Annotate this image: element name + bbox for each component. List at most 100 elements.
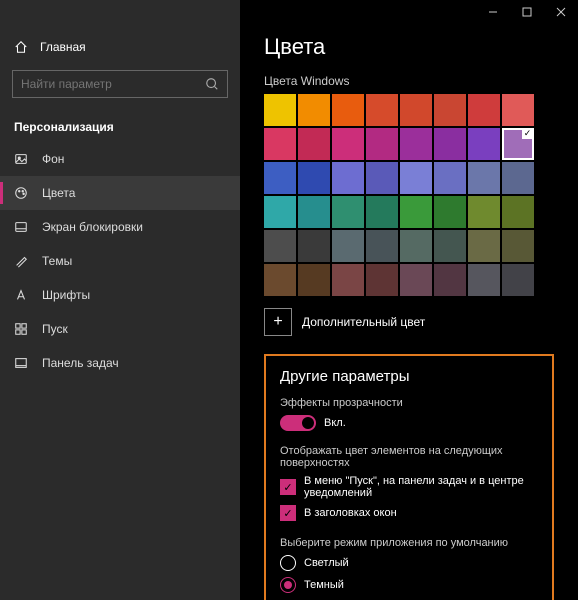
radio-dark[interactable]: Темный bbox=[280, 577, 538, 593]
plus-icon: + bbox=[264, 308, 292, 336]
color-swatch[interactable] bbox=[400, 230, 432, 262]
color-swatch[interactable] bbox=[332, 162, 364, 194]
color-swatch[interactable] bbox=[502, 94, 534, 126]
transparency-label: Эффекты прозрачности bbox=[280, 397, 538, 409]
sidebar-item-3[interactable]: Темы bbox=[0, 244, 240, 278]
sidebar-home[interactable]: Главная bbox=[0, 32, 240, 62]
color-swatch[interactable] bbox=[264, 230, 296, 262]
color-swatch[interactable] bbox=[400, 128, 432, 160]
sidebar-item-label: Пуск bbox=[42, 322, 68, 336]
color-swatch[interactable] bbox=[264, 264, 296, 296]
sidebar-section-label: Персонализация bbox=[0, 106, 240, 142]
color-swatch[interactable] bbox=[332, 264, 364, 296]
color-swatch[interactable] bbox=[298, 264, 330, 296]
home-icon bbox=[14, 40, 28, 54]
color-swatch[interactable] bbox=[468, 128, 500, 160]
sidebar-item-label: Панель задач bbox=[42, 356, 119, 370]
sidebar-item-6[interactable]: Панель задач bbox=[0, 346, 240, 380]
sidebar-item-1[interactable]: Цвета bbox=[0, 176, 240, 210]
color-swatch[interactable] bbox=[502, 128, 534, 160]
main-content: Цвета Цвета Windows + Дополнительный цве… bbox=[240, 0, 578, 600]
color-swatch[interactable] bbox=[502, 230, 534, 262]
color-swatch[interactable] bbox=[366, 196, 398, 228]
color-swatch[interactable] bbox=[298, 94, 330, 126]
sidebar-item-label: Цвета bbox=[42, 186, 75, 200]
radio-icon bbox=[280, 555, 296, 571]
color-swatch[interactable] bbox=[264, 162, 296, 194]
color-swatch[interactable] bbox=[332, 196, 364, 228]
sidebar-item-5[interactable]: Пуск bbox=[0, 312, 240, 346]
color-swatch[interactable] bbox=[298, 128, 330, 160]
other-options-section: Другие параметры Эффекты прозрачности Вк… bbox=[264, 354, 554, 600]
sidebar-item-label: Шрифты bbox=[42, 288, 90, 302]
color-swatch[interactable] bbox=[298, 196, 330, 228]
taskbar-icon bbox=[14, 356, 28, 370]
start-icon bbox=[14, 322, 28, 336]
color-swatch[interactable] bbox=[332, 230, 364, 262]
mode-label: Выберите режим приложения по умолчанию bbox=[280, 537, 538, 549]
color-swatch[interactable] bbox=[332, 128, 364, 160]
lock-screen-icon bbox=[14, 220, 28, 234]
color-swatch[interactable] bbox=[264, 196, 296, 228]
checkbox-icon: ✓ bbox=[280, 479, 296, 495]
color-swatch[interactable] bbox=[366, 162, 398, 194]
color-swatch[interactable] bbox=[400, 264, 432, 296]
color-swatch[interactable] bbox=[366, 128, 398, 160]
checkbox-label: В меню "Пуск", на панели задач и в центр… bbox=[304, 475, 538, 499]
palette-icon bbox=[14, 186, 28, 200]
color-swatch[interactable] bbox=[298, 162, 330, 194]
sidebar-item-0[interactable]: Фон bbox=[0, 142, 240, 176]
sidebar-item-label: Темы bbox=[42, 254, 72, 268]
radio-label: Темный bbox=[304, 579, 344, 591]
sidebar-item-2[interactable]: Экран блокировки bbox=[0, 210, 240, 244]
page-heading: Цвета bbox=[264, 34, 554, 60]
color-swatch[interactable] bbox=[468, 196, 500, 228]
color-swatch[interactable] bbox=[502, 264, 534, 296]
minimize-button[interactable] bbox=[476, 0, 510, 24]
radio-label: Светлый bbox=[304, 557, 349, 569]
color-swatch[interactable] bbox=[366, 94, 398, 126]
other-heading: Другие параметры bbox=[280, 368, 538, 385]
color-swatch[interactable] bbox=[400, 196, 432, 228]
color-swatch[interactable] bbox=[468, 230, 500, 262]
search-input[interactable] bbox=[21, 77, 205, 91]
color-swatch[interactable] bbox=[434, 94, 466, 126]
custom-color-button[interactable]: + Дополнительный цвет bbox=[264, 308, 554, 336]
color-swatch[interactable] bbox=[434, 196, 466, 228]
picture-icon bbox=[14, 152, 28, 166]
color-swatch[interactable] bbox=[434, 128, 466, 160]
color-swatch[interactable] bbox=[298, 230, 330, 262]
color-swatch[interactable] bbox=[332, 94, 364, 126]
color-swatch[interactable] bbox=[502, 196, 534, 228]
color-swatch[interactable] bbox=[366, 264, 398, 296]
transparency-state: Вкл. bbox=[324, 417, 346, 429]
sidebar-item-label: Экран блокировки bbox=[42, 220, 143, 234]
checkbox-start-taskbar[interactable]: ✓ В меню "Пуск", на панели задач и в цен… bbox=[280, 475, 538, 499]
brush-icon bbox=[14, 254, 28, 268]
custom-color-label: Дополнительный цвет bbox=[302, 315, 425, 329]
sidebar: Главная Персонализация Фон Цвета Экран бло… bbox=[0, 0, 240, 600]
color-swatch[interactable] bbox=[264, 94, 296, 126]
color-swatch[interactable] bbox=[434, 264, 466, 296]
color-swatch[interactable] bbox=[264, 128, 296, 160]
color-swatch[interactable] bbox=[434, 230, 466, 262]
color-swatch[interactable] bbox=[400, 162, 432, 194]
sidebar-home-label: Главная bbox=[40, 40, 86, 54]
search-icon bbox=[205, 77, 219, 91]
color-swatch[interactable] bbox=[400, 94, 432, 126]
close-button[interactable] bbox=[544, 0, 578, 24]
color-swatch[interactable] bbox=[434, 162, 466, 194]
transparency-toggle[interactable] bbox=[280, 415, 316, 431]
color-swatch[interactable] bbox=[468, 162, 500, 194]
color-swatch[interactable] bbox=[502, 162, 534, 194]
radio-icon bbox=[280, 577, 296, 593]
color-swatch[interactable] bbox=[468, 94, 500, 126]
checkbox-icon: ✓ bbox=[280, 505, 296, 521]
radio-light[interactable]: Светлый bbox=[280, 555, 538, 571]
search-box[interactable] bbox=[12, 70, 228, 98]
sidebar-item-4[interactable]: Шрифты bbox=[0, 278, 240, 312]
color-swatch[interactable] bbox=[366, 230, 398, 262]
color-swatch[interactable] bbox=[468, 264, 500, 296]
checkbox-titlebars[interactable]: ✓ В заголовках окон bbox=[280, 505, 538, 521]
maximize-button[interactable] bbox=[510, 0, 544, 24]
